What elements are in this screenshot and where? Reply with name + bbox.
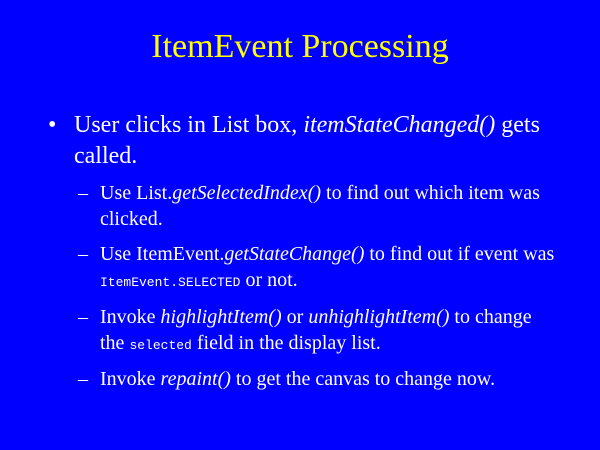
dash-marker: – (78, 368, 88, 390)
bullet-item: • User clicks in List box, itemStateChan… (48, 110, 568, 172)
sub-text-part: or not. (240, 269, 298, 291)
method-name: unhighlightItem() (308, 306, 450, 328)
sub-item: – Invoke repaint() to get the canvas to … (78, 366, 558, 392)
sub-text: Use ItemEvent.getStateChange() to find o… (100, 241, 558, 296)
sub-text-part: Use List. (100, 182, 173, 204)
bullet-marker: • (48, 112, 57, 138)
bullet-text-part: User clicks in List box, (74, 112, 304, 138)
dash-marker: – (78, 306, 88, 328)
code-literal: ItemEvent.SELECTED (100, 275, 241, 290)
sub-text-part: Invoke (100, 368, 161, 390)
sub-text-part: Use ItemEvent. (100, 243, 225, 265)
sub-text-part: to find out if event was (364, 243, 555, 265)
sub-text: Invoke highlightItem() or unhighlightIte… (100, 304, 558, 359)
sub-item: – Use ItemEvent.getStateChange() to find… (78, 241, 558, 296)
code-literal: selected (129, 338, 192, 353)
slide-title: ItemEvent Processing (151, 28, 449, 65)
method-name: getSelectedIndex() (172, 182, 322, 204)
method-name: highlightItem() (160, 306, 282, 328)
sub-text-part: to get the canvas to change now. (230, 368, 496, 390)
bullet-text: User clicks in List box, itemStateChange… (74, 110, 568, 172)
method-name: itemStateChanged() (303, 112, 496, 138)
method-name: repaint() (160, 368, 231, 390)
slide: ItemEvent Processing • User clicks in Li… (0, 0, 600, 450)
sub-text-part: or (281, 306, 309, 328)
sub-text-part: field in the display list. (191, 332, 381, 354)
sub-text: Use List.getSelectedIndex() to find out … (100, 180, 558, 232)
sub-item: – Invoke highlightItem() or unhighlightI… (78, 304, 558, 359)
sub-text: Invoke repaint() to get the canvas to ch… (100, 366, 558, 392)
sub-text-part: Invoke (100, 306, 161, 328)
dash-marker: – (78, 243, 88, 265)
method-name: getStateChange() (224, 243, 365, 265)
dash-marker: – (78, 182, 88, 204)
sub-item: – Use List.getSelectedIndex() to find ou… (78, 180, 558, 232)
